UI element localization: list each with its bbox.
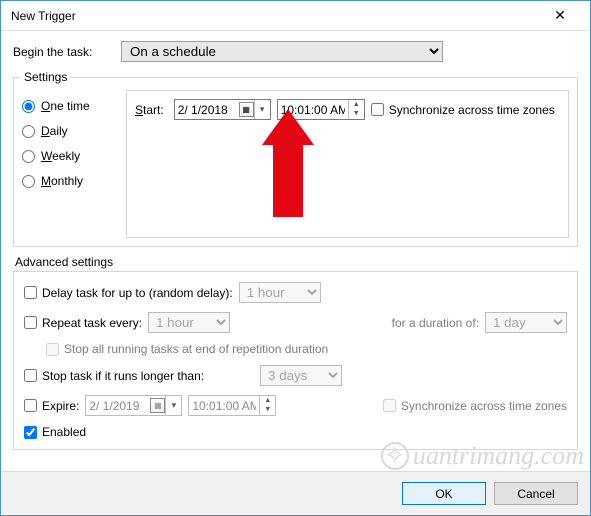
window-title: New Trigger <box>11 9 540 23</box>
repeat-checkbox[interactable]: Repeat task every: <box>24 316 142 330</box>
begin-task-select[interactable]: On a schedule <box>121 41 443 62</box>
dialog-footer: OK Cancel <box>1 471 590 515</box>
expire-time-input <box>189 396 259 415</box>
titlebar: New Trigger ✕ <box>1 1 590 31</box>
expire-date-input <box>86 396 148 415</box>
radio-daily[interactable]: Daily <box>22 124 126 138</box>
time-spinner: ▲▼ <box>259 396 275 415</box>
sync-timezones-checkbox[interactable]: Synchronize across time zones <box>371 103 555 117</box>
radio-weekly-input[interactable] <box>22 150 35 163</box>
ok-button[interactable]: OK <box>402 482 486 505</box>
cancel-button[interactable]: Cancel <box>494 482 578 505</box>
start-date-input[interactable] <box>175 100 237 119</box>
schedule-detail-panel: Start: ▦ ▲▼ Synchronize across ti <box>126 90 569 238</box>
stop-long-label: Stop task if it runs longer than: <box>42 369 204 383</box>
expire-date-picker: ▦ <box>85 395 182 416</box>
stop-long-checkbox-input[interactable] <box>24 369 37 382</box>
repeat-checkbox-input[interactable] <box>24 316 37 329</box>
time-spinner[interactable]: ▲▼ <box>348 100 364 119</box>
repeat-label: Repeat task every: <box>42 316 142 330</box>
sync-timezones-label: Synchronize across time zones <box>389 103 555 117</box>
repeat-duration-label: for a duration of: <box>392 316 479 330</box>
stop-all-checkbox-input <box>46 343 59 356</box>
delay-checkbox[interactable]: Delay task for up to (random delay): <box>24 286 233 300</box>
sync-timezones-input[interactable] <box>371 103 384 116</box>
stop-all-label: Stop all running tasks at end of repetit… <box>64 342 328 356</box>
radio-one-time[interactable]: One time <box>22 99 126 113</box>
expire-sync-input <box>383 399 396 412</box>
enabled-checkbox-input[interactable] <box>24 426 37 439</box>
start-label: Start: <box>135 103 164 117</box>
stop-long-checkbox[interactable]: Stop task if it runs longer than: <box>24 369 204 383</box>
repeat-duration-select: 1 day <box>485 312 567 333</box>
expire-checkbox-input[interactable] <box>24 399 37 412</box>
schedule-radio-group: One time Daily Weekly Monthly <box>22 90 126 238</box>
radio-monthly-input[interactable] <box>22 175 35 188</box>
close-button[interactable]: ✕ <box>540 2 580 30</box>
calendar-icon[interactable]: ▦ <box>239 102 254 117</box>
date-drop-icon <box>165 396 181 415</box>
annotation-arrow <box>267 109 309 217</box>
expire-label: Expire: <box>42 399 79 413</box>
new-trigger-dialog: New Trigger ✕ Begin the task: On a sched… <box>0 0 591 516</box>
advanced-settings-title: Advanced settings <box>15 255 578 269</box>
delay-select: 1 hour <box>239 282 321 303</box>
expire-checkbox[interactable]: Expire: <box>24 399 79 413</box>
delay-label: Delay task for up to (random delay): <box>42 286 233 300</box>
enabled-checkbox[interactable]: Enabled <box>24 425 86 439</box>
expire-sync-checkbox: Synchronize across time zones <box>383 399 567 413</box>
expire-time-picker: ▲▼ <box>188 395 276 416</box>
delay-checkbox-input[interactable] <box>24 286 37 299</box>
calendar-icon: ▦ <box>150 398 165 413</box>
begin-task-label: Begin the task: <box>13 45 121 59</box>
expire-sync-label: Synchronize across time zones <box>401 399 567 413</box>
radio-monthly[interactable]: Monthly <box>22 174 126 188</box>
stop-long-select: 3 days <box>260 365 342 386</box>
radio-one-time-input[interactable] <box>22 100 35 113</box>
start-date-picker[interactable]: ▦ <box>174 99 271 120</box>
settings-legend: Settings <box>20 70 71 84</box>
advanced-settings-box: Delay task for up to (random delay): 1 h… <box>13 271 578 450</box>
stop-all-checkbox: Stop all running tasks at end of repetit… <box>46 342 328 356</box>
repeat-interval-select: 1 hour <box>148 312 230 333</box>
radio-weekly[interactable]: Weekly <box>22 149 126 163</box>
radio-daily-input[interactable] <box>22 125 35 138</box>
enabled-label: Enabled <box>42 425 86 439</box>
